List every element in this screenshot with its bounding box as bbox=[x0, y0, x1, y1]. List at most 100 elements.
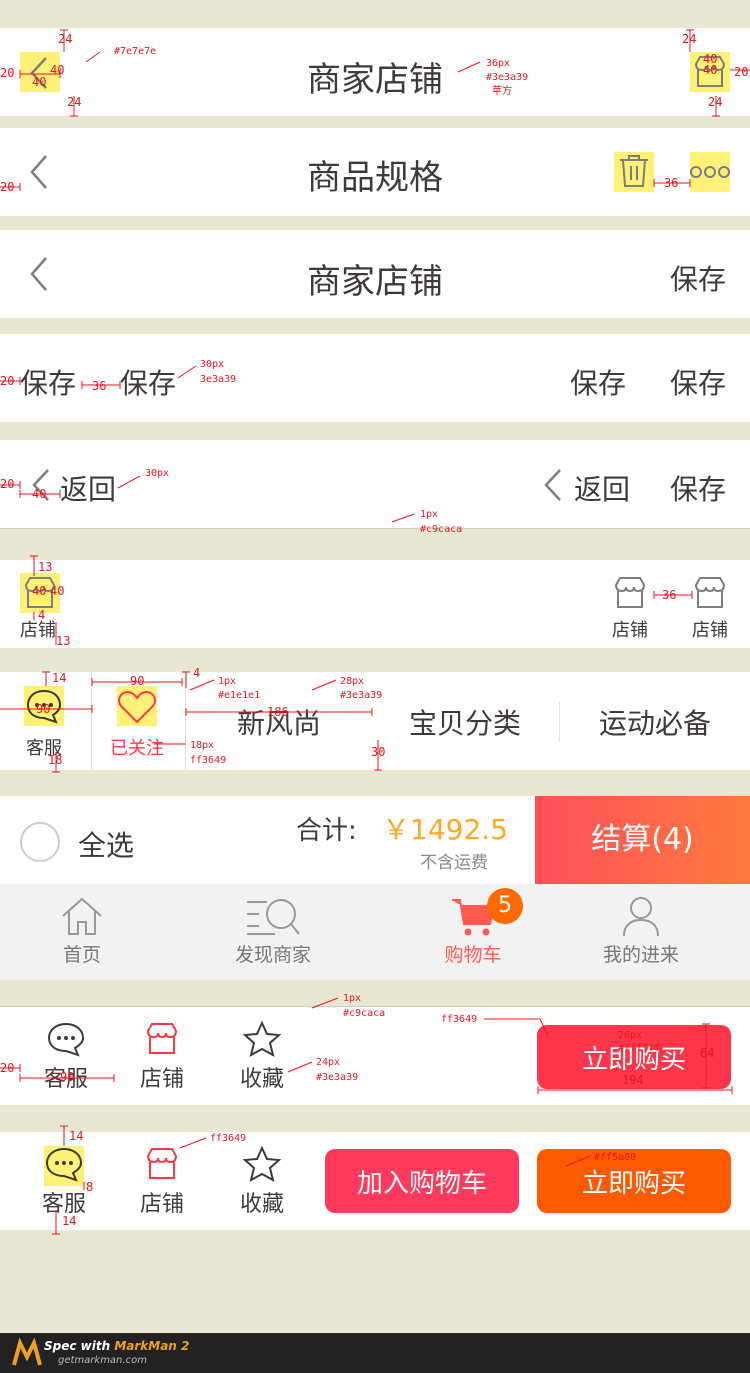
markman-footer: Spec with MarkMan 2 getmarkman.com bbox=[0, 1333, 750, 1373]
total-amount: ￥1492.5 bbox=[382, 813, 508, 846]
annotation: 1px bbox=[218, 676, 237, 687]
shop-label: 店铺 bbox=[139, 1067, 184, 1092]
annotation: #3e3a39 bbox=[486, 72, 529, 83]
annotation: 20 bbox=[0, 477, 15, 491]
star-icon bbox=[242, 1020, 282, 1057]
annotation: 13 bbox=[56, 634, 71, 648]
annotation: 14 bbox=[52, 671, 67, 685]
annotation: 64 bbox=[700, 1046, 715, 1060]
shop-label: 店铺 bbox=[692, 620, 728, 641]
markman-logo-icon bbox=[12, 1337, 42, 1367]
add-to-cart-button[interactable]: 加入购物车 bbox=[325, 1149, 519, 1213]
total-label: 合计: bbox=[296, 816, 357, 846]
tab-sports[interactable]: 运动必备 bbox=[560, 702, 750, 742]
annotation: 30px bbox=[145, 468, 170, 479]
annotation: 4 bbox=[38, 608, 46, 622]
save-button[interactable]: 保存 bbox=[570, 362, 626, 402]
shop-icon[interactable] bbox=[692, 575, 728, 611]
back-button[interactable]: 返回 bbox=[60, 468, 116, 508]
annotation: #7e7e7e bbox=[114, 46, 157, 57]
save-button[interactable]: 保存 bbox=[670, 258, 726, 298]
tab-label: 发现商家 bbox=[234, 944, 311, 966]
annotation: ff3649 bbox=[190, 755, 227, 766]
save-button[interactable]: 保存 bbox=[120, 362, 176, 402]
back-chevron-icon[interactable] bbox=[544, 468, 564, 502]
select-all-checkbox[interactable] bbox=[20, 822, 60, 862]
favorite-label: 收藏 bbox=[239, 1067, 284, 1092]
annotation: 14 bbox=[69, 1129, 84, 1143]
shop-label: 店铺 bbox=[612, 620, 648, 641]
annotation: 8 bbox=[86, 1180, 94, 1194]
annotation: 40 bbox=[32, 584, 47, 598]
shop-icon bbox=[144, 1146, 180, 1182]
save-button[interactable]: 保存 bbox=[20, 362, 76, 402]
favorite-button[interactable]: 收藏 bbox=[234, 1145, 290, 1218]
page-title: 商家店铺 bbox=[307, 262, 443, 302]
tab-categories[interactable]: 宝贝分类 bbox=[372, 702, 558, 742]
search-list-icon bbox=[245, 896, 301, 936]
back-button[interactable]: 返回 bbox=[574, 468, 630, 508]
nav-bar-save-buttons: 保存 保存 保存 保存 bbox=[0, 334, 750, 422]
annotation: 40 bbox=[703, 63, 718, 77]
annotation: 3e3a39 bbox=[200, 374, 237, 385]
annotation: ff3649 bbox=[441, 1014, 478, 1025]
annotation: #e1e1e1 bbox=[218, 690, 261, 701]
tab-me[interactable]: 我的进来 bbox=[596, 896, 686, 967]
annotation: #ff5a00 bbox=[594, 1152, 637, 1163]
annotation: 40 bbox=[32, 487, 47, 501]
annotation: 24 bbox=[67, 95, 82, 109]
annotation: 苹方 bbox=[492, 86, 512, 97]
page-title: 商家店铺 bbox=[307, 60, 443, 100]
annotation: 20 bbox=[0, 180, 15, 194]
footer-brand-text: Spec with bbox=[44, 1339, 115, 1353]
annotation: 20 bbox=[0, 66, 15, 80]
annotation: 13 bbox=[38, 560, 53, 574]
tab-home[interactable]: 首页 bbox=[40, 896, 124, 967]
heart-icon[interactable] bbox=[118, 690, 156, 724]
footer-brand: Spec with MarkMan 2 bbox=[44, 1339, 189, 1353]
cart-checkout-bar: 全选 合计: ￥1492.5 不含运费 结算(4) bbox=[0, 796, 750, 884]
annotation: 28px bbox=[340, 676, 365, 687]
annotation: 18 bbox=[48, 753, 63, 767]
nav-bar-back: 返回 返回 保存 bbox=[0, 440, 750, 529]
annotation: #3e3a39 bbox=[316, 1072, 359, 1083]
followed-label[interactable]: 已关注 bbox=[110, 734, 164, 760]
cart-badge: 5 bbox=[487, 888, 523, 924]
shipping-note: 不含运费 bbox=[420, 853, 488, 873]
home-icon bbox=[61, 896, 103, 936]
nav-bar-shop-save: 商家店铺 保存 bbox=[0, 230, 750, 318]
annotation: 36 bbox=[92, 379, 107, 393]
checkout-button[interactable]: 结算(4) bbox=[535, 796, 750, 884]
annotation: #3e3a39 bbox=[340, 690, 383, 701]
shop-label: 店铺 bbox=[139, 1192, 184, 1217]
save-button[interactable]: 保存 bbox=[670, 362, 726, 402]
chat-bubble-icon bbox=[45, 1146, 83, 1182]
annotation: 20 bbox=[734, 65, 749, 79]
divider bbox=[91, 672, 92, 770]
save-button[interactable]: 保存 bbox=[670, 468, 726, 508]
trash-icon[interactable] bbox=[618, 154, 650, 188]
tab-discover[interactable]: 发现商家 bbox=[226, 896, 320, 967]
annotation: 36 bbox=[662, 588, 677, 602]
product-buy-bar: 客服 店铺 收藏 立即购买 bbox=[0, 1006, 750, 1105]
annotation: 1px bbox=[343, 993, 362, 1004]
annotation: 186 bbox=[267, 705, 289, 719]
shop-icon[interactable] bbox=[612, 575, 648, 611]
annotation: 194 bbox=[622, 1073, 644, 1087]
service-button[interactable]: 客服 bbox=[36, 1146, 92, 1218]
nav-bar-shop: 商家店铺 bbox=[0, 28, 750, 116]
annotation: 40 bbox=[50, 584, 65, 598]
shop-button[interactable]: 店铺 bbox=[134, 1146, 190, 1218]
more-icon[interactable] bbox=[690, 165, 730, 179]
annotation: 40 bbox=[50, 63, 65, 77]
favorite-button[interactable]: 收藏 bbox=[234, 1020, 290, 1093]
tab-label: 首页 bbox=[62, 944, 101, 966]
annotation: 18px bbox=[190, 740, 215, 751]
annotation: 4 bbox=[193, 666, 201, 680]
product-buy-bar-cart: 客服 店铺 收藏 加入购物车 立即购买 bbox=[0, 1132, 750, 1230]
person-icon bbox=[622, 896, 660, 937]
footer-site: getmarkman.com bbox=[58, 1355, 147, 1366]
select-all-label[interactable]: 全选 bbox=[78, 824, 134, 864]
annotation: 24 bbox=[58, 32, 73, 46]
shop-button[interactable]: 店铺 bbox=[134, 1021, 190, 1093]
